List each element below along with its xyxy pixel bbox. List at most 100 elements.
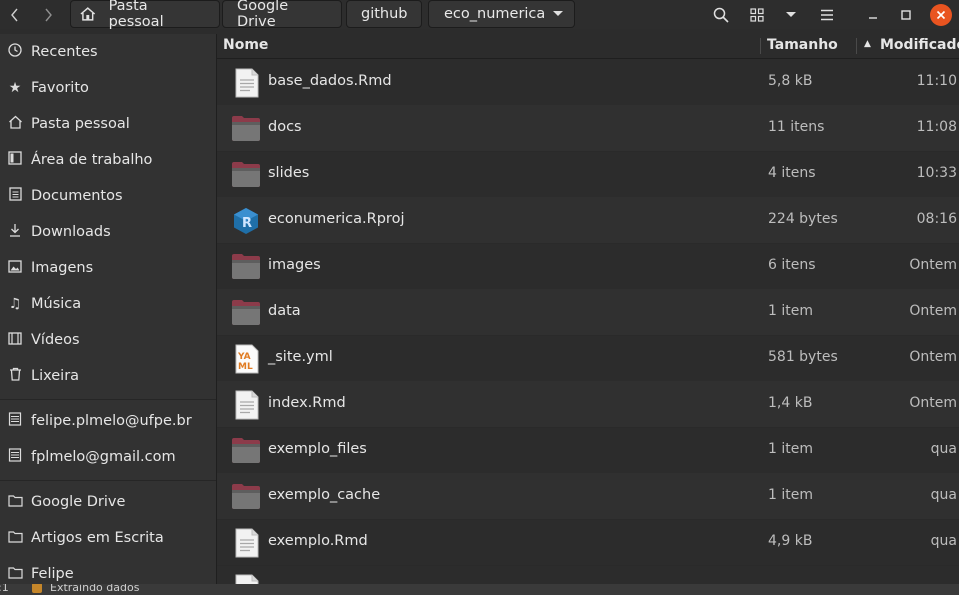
yaml-file-icon: YA ML (234, 344, 260, 378)
status-icon (32, 584, 42, 593)
column-header-modified[interactable]: Modificado (880, 37, 959, 53)
sidebar-item-label: Música (31, 296, 82, 312)
sidebar-item-videos[interactable]: Vídeos (0, 322, 216, 358)
sidebar-item-recentes[interactable]: Recentes (0, 34, 216, 70)
back-button[interactable] (3, 0, 27, 29)
view-grid-button[interactable] (743, 0, 771, 29)
column-header-size[interactable]: Tamanho (767, 37, 838, 53)
breadcrumb-eco-numerica[interactable]: eco_numerica (428, 0, 575, 28)
file-row[interactable]: images 6 itens Ontem (217, 243, 959, 290)
sidebar-item-documentos[interactable]: Documentos (0, 178, 216, 214)
dropdown-icon (786, 11, 796, 17)
folder-icon (2, 494, 28, 511)
breadcrumb-google-drive[interactable]: Google Drive (222, 0, 342, 30)
file-row[interactable]: docs 11 itens 11:08 (217, 105, 959, 152)
search-icon (713, 7, 729, 23)
file-size: 5,8 kB (768, 73, 813, 89)
file-row[interactable]: Reconumerica.Rproj 224 bytes 08:16 (217, 197, 959, 244)
file-row[interactable] (217, 565, 959, 584)
sidebar-item-label: Recentes (31, 44, 98, 60)
file-size: 1 item (768, 441, 813, 457)
minimize-button[interactable] (860, 0, 886, 29)
file-row[interactable]: base_dados.Rmd 5,8 kB 11:10 (217, 59, 959, 106)
search-button[interactable] (707, 0, 735, 29)
sidebar-item-imagens[interactable]: Imagens (0, 250, 216, 286)
file-name: data (268, 303, 301, 319)
close-button[interactable] (930, 4, 952, 26)
sidebar-item-account-ufpe[interactable]: felipe.plmelo@ufpe.br (0, 403, 216, 439)
sidebar-item-label: Documentos (31, 188, 123, 204)
breadcrumb-label: eco_numerica (444, 6, 546, 22)
home-icon (80, 7, 96, 21)
sidebar-item-artigos-em-escrita[interactable]: Artigos em Escrita (0, 520, 216, 556)
folder-icon (231, 436, 261, 468)
folder-icon (231, 114, 261, 146)
file-row[interactable]: data 1 item Ontem (217, 289, 959, 336)
file-modified: Ontem (909, 395, 957, 411)
file-row[interactable]: exemplo.Rmd 4,9 kB qua (217, 519, 959, 566)
document-icon (2, 187, 28, 205)
column-separator[interactable] (760, 38, 761, 54)
text-file-icon (234, 68, 260, 102)
menu-icon (821, 9, 833, 20)
file-row[interactable]: index.Rmd 1,4 kB Ontem (217, 381, 959, 428)
dropdown-icon[interactable] (552, 10, 564, 18)
sidebar-item-label: Pasta pessoal (31, 116, 130, 132)
breadcrumb-home[interactable]: Pasta pessoal (70, 0, 220, 30)
sidebar: Recentes ★ Favorito Pasta pessoal Área d… (0, 34, 217, 584)
sidebar-item-downloads[interactable]: Downloads (0, 214, 216, 250)
rproject-file-icon: R (231, 206, 261, 240)
file-modified: 10:33 (916, 165, 957, 181)
sort-ascending-icon: ▲ (864, 39, 871, 49)
sidebar-item-account-gmail[interactable]: fplmelo@gmail.com (0, 439, 216, 475)
sidebar-item-area-de-trabalho[interactable]: Área de trabalho (0, 142, 216, 178)
breadcrumb-label: github (361, 6, 408, 22)
svg-text:YA: YA (237, 352, 251, 362)
minimize-icon (869, 16, 877, 19)
sidebar-item-label: fplmelo@gmail.com (31, 449, 176, 465)
main-menu-button[interactable] (813, 0, 841, 29)
file-modified: 11:08 (916, 119, 957, 135)
image-icon (2, 259, 28, 277)
file-size: 581 bytes (768, 349, 838, 365)
file-row[interactable]: exemplo_cache 1 item qua (217, 473, 959, 520)
sidebar-item-label: Google Drive (31, 494, 126, 510)
column-separator[interactable] (856, 38, 857, 54)
video-icon (2, 331, 28, 349)
sidebar-item-label: Área de trabalho (31, 152, 153, 168)
file-name: econumerica.Rproj (268, 211, 405, 227)
chevron-right-icon (45, 8, 52, 21)
sidebar-item-label: Artigos em Escrita (31, 530, 164, 546)
file-row[interactable]: exemplo_files 1 item qua (217, 427, 959, 474)
sidebar-item-label: Lixeira (31, 368, 80, 384)
file-modified: Ontem (909, 349, 957, 365)
file-size: 1 item (768, 487, 813, 503)
chevron-left-icon (11, 8, 18, 21)
breadcrumb-github[interactable]: github (346, 0, 422, 28)
forward-button[interactable] (36, 0, 60, 29)
folder-icon (231, 160, 261, 192)
file-modified: Ontem (909, 257, 957, 273)
sidebar-separator (0, 480, 216, 481)
file-modified: 11:10 (916, 73, 957, 89)
text-file-icon (234, 390, 260, 424)
file-modified: qua (930, 487, 957, 503)
sidebar-item-musica[interactable]: ♫ Música (0, 286, 216, 322)
sidebar-item-pasta-pessoal[interactable]: Pasta pessoal (0, 106, 216, 142)
sidebar-item-lixeira[interactable]: Lixeira (0, 358, 216, 394)
file-modified: qua (930, 533, 957, 549)
sidebar-item-favorito[interactable]: ★ Favorito (0, 70, 216, 106)
file-name: index.Rmd (268, 395, 346, 411)
file-name: exemplo_files (268, 441, 367, 457)
breadcrumb-label: Google Drive (237, 0, 289, 30)
status-bar: :1 Extraindo dados (0, 584, 959, 595)
file-row[interactable]: slides 4 itens 10:33 (217, 151, 959, 198)
sidebar-item-label: felipe.plmelo@ufpe.br (31, 413, 192, 429)
folder-icon (2, 530, 28, 547)
file-row[interactable]: YA ML _site.yml 581 bytes Ontem (217, 335, 959, 382)
text-file-icon (234, 528, 260, 562)
sidebar-item-google-drive[interactable]: Google Drive (0, 484, 216, 520)
column-header-name[interactable]: Nome (223, 37, 268, 53)
maximize-button[interactable] (893, 0, 919, 29)
view-options-button[interactable] (779, 0, 803, 29)
